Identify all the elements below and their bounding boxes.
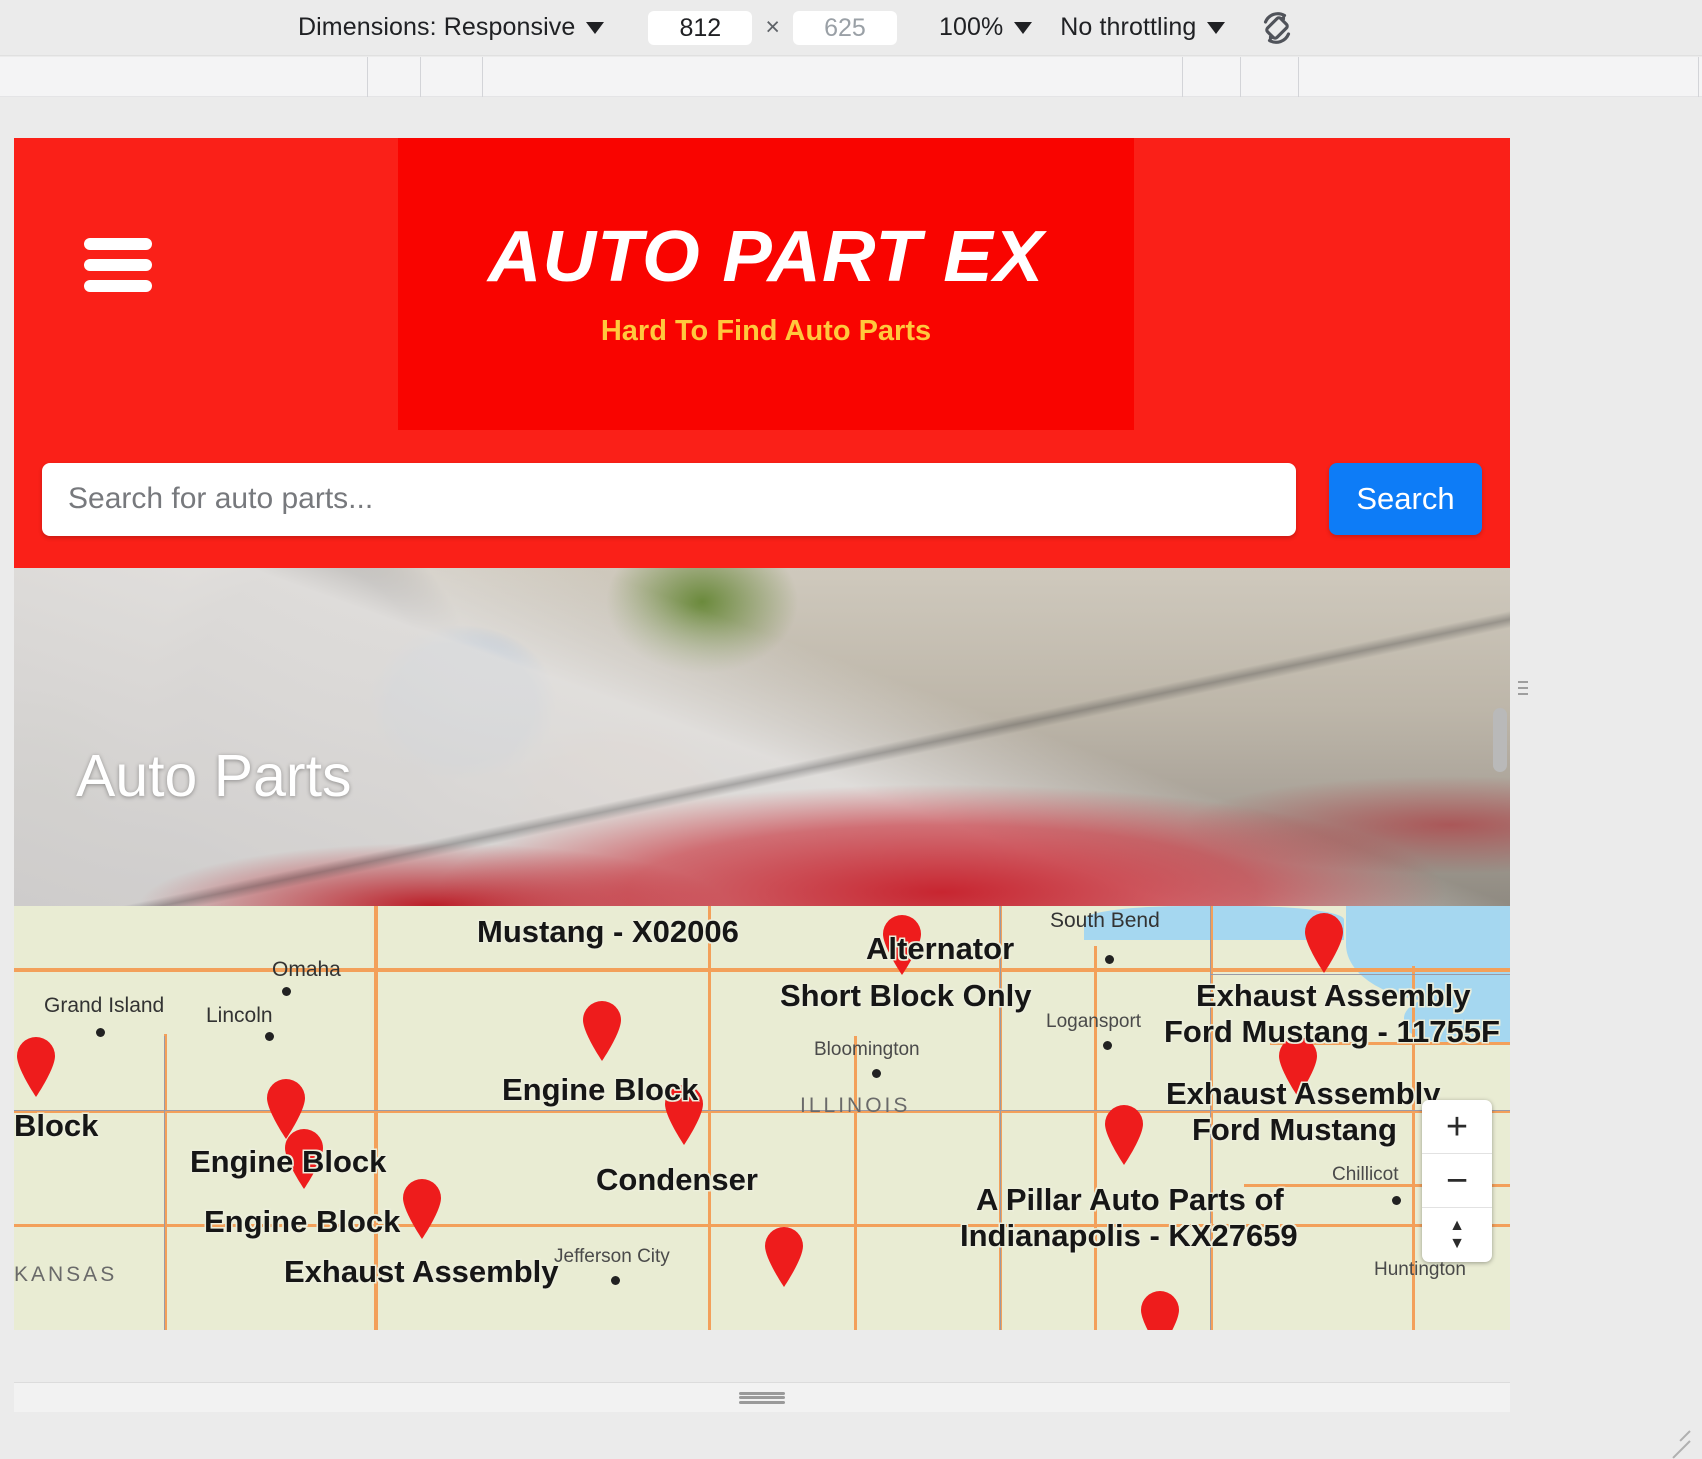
ruler-tick (420, 57, 421, 97)
map-city-label: South Bend (1050, 909, 1160, 932)
map-state-border (1000, 906, 1001, 1330)
devtools-device-toolbar: Dimensions: Responsive 812 × 625 100% No… (0, 0, 1702, 56)
zoom-label: 100% (938, 13, 1004, 41)
map-city-label: Omaha (272, 958, 341, 981)
map-poi-label: Indianapolis - KX27659 (960, 1218, 1298, 1253)
scrollbar-thumb[interactable] (1493, 708, 1507, 772)
map-marker-pin[interactable] (762, 1226, 806, 1288)
map-city-dot (282, 987, 291, 996)
map-city-dot (96, 1028, 105, 1037)
map-poi-label: Ford Mustang (1192, 1112, 1397, 1147)
hero-background-image (14, 568, 1510, 906)
hero-title: Auto Parts (76, 743, 352, 809)
page-vertical-scrollbar[interactable] (1488, 138, 1510, 1330)
map-poi-label: Short Block Only (780, 978, 1032, 1013)
map-marker-pin[interactable] (14, 1036, 58, 1098)
dimensions-dropdown[interactable]: Dimensions: Responsive (298, 13, 605, 42)
resize-grip-lines (739, 1391, 785, 1404)
map-road (708, 906, 711, 1330)
map-marker-pin[interactable] (400, 1178, 444, 1240)
map-city-label: Lincoln (206, 1004, 273, 1027)
device-viewport-area: AUTO PART EX Hard To Find Auto Parts Sea… (0, 98, 1702, 1459)
map-poi-label: Block (14, 1108, 99, 1143)
map-poi-label: Ford Mustang - 11755F (1164, 1014, 1500, 1049)
map-city-label: Huntington (1374, 1259, 1466, 1280)
minus-icon: − (1445, 1159, 1469, 1202)
map-city-label: Grand Island (44, 994, 165, 1017)
map-road (14, 968, 1510, 972)
frame-resize-handle-bottom[interactable] (14, 1382, 1510, 1412)
ruler-tick (482, 57, 483, 97)
corner-resize-grip[interactable] (1664, 1420, 1691, 1459)
map-marker-pin[interactable] (1302, 912, 1346, 974)
search-input[interactable] (42, 462, 1296, 536)
map-marker-pin[interactable] (1102, 1104, 1146, 1166)
frame-resize-handle-right[interactable] (1518, 658, 1528, 718)
map-city-label: Logansport (1046, 1011, 1142, 1032)
map-state-border (164, 1036, 165, 1330)
rotate-device-icon[interactable] (1255, 6, 1299, 50)
map-zoom-out-button[interactable]: − (1422, 1154, 1492, 1208)
ruler-tick (1298, 57, 1299, 97)
map-poi-label: A Pillar Auto Parts of (976, 1182, 1284, 1217)
plus-icon: + (1445, 1105, 1469, 1148)
map-state-label: ILLINOIS (800, 1094, 911, 1117)
map-road (1094, 946, 1097, 1330)
map-poi-label: Exhaust Assembly (284, 1254, 559, 1289)
search-bar: Search (14, 430, 1510, 568)
zoom-dropdown[interactable]: 100% (938, 13, 1033, 42)
map-poi-label: Mustang - X02006 (477, 914, 739, 949)
map-city-label: Chillicot (1332, 1164, 1399, 1185)
map-marker-pin[interactable] (1138, 1290, 1182, 1330)
map-road (854, 1036, 857, 1330)
dimensions-label: Dimensions: Responsive (298, 13, 576, 41)
map-poi-label: Engine Block (204, 1204, 401, 1239)
map-city-dot (1392, 1196, 1401, 1205)
brand-tagline: Hard To Find Auto Parts (600, 314, 932, 347)
throttling-label: No throttling (1060, 13, 1197, 41)
map-poi-label: Exhaust Assembly (1196, 978, 1471, 1013)
locations-map[interactable]: Omaha Grand Island Lincoln South Bend Bloomi… (14, 906, 1510, 1330)
map-state-label: KANSAS (14, 1263, 118, 1286)
chevron-down-icon: ▼ (1449, 1235, 1465, 1252)
ruler-tick (1182, 57, 1183, 97)
emulated-page-frame: AUTO PART EX Hard To Find Auto Parts Sea… (14, 138, 1510, 1330)
hamburger-menu-icon[interactable] (84, 238, 152, 292)
brand-logo-block[interactable]: AUTO PART EX Hard To Find Auto Parts (398, 138, 1134, 430)
chevron-down-icon (586, 21, 605, 34)
viewport-ruler (0, 57, 1702, 97)
viewport-height-input[interactable]: 625 (792, 10, 897, 45)
map-city-dot (1105, 955, 1114, 964)
ruler-tick (1698, 57, 1699, 97)
map-poi-label: Condenser (596, 1162, 758, 1197)
chevron-up-icon: ▲ (1449, 1217, 1465, 1234)
map-poi-label: Engine Block (502, 1072, 699, 1107)
map-city-dot (1103, 1041, 1112, 1050)
map-state-border (1210, 974, 1510, 975)
map-poi-label: Exhaust Assembly (1166, 1076, 1441, 1111)
map-city-dot (265, 1032, 274, 1041)
ruler-tick (367, 57, 368, 97)
chevron-down-icon (1207, 21, 1226, 34)
map-poi-label: Engine Block (190, 1144, 387, 1179)
map-city-dot (872, 1069, 881, 1078)
search-button[interactable]: Search (1329, 463, 1482, 535)
map-marker-pin[interactable] (580, 1000, 624, 1062)
ruler-tick (1240, 57, 1241, 97)
dimension-separator: × (765, 13, 780, 41)
chevron-down-icon (1014, 21, 1033, 34)
map-city-label: Jefferson City (554, 1246, 670, 1267)
map-city-dot (611, 1276, 620, 1285)
map-city-label: Bloomington (814, 1039, 920, 1060)
viewport-width-input[interactable]: 812 (648, 10, 753, 45)
throttling-dropdown[interactable]: No throttling (1060, 13, 1226, 42)
site-header: AUTO PART EX Hard To Find Auto Parts (14, 138, 1510, 430)
hero-banner: Auto Parts (14, 568, 1510, 906)
map-zoom-controls[interactable]: + − ▲ ▼ (1422, 1100, 1492, 1262)
map-poi-label: Alternator (866, 931, 1015, 966)
page-title: AUTO PART EX (487, 216, 1045, 297)
map-compass-button[interactable]: ▲ ▼ (1422, 1208, 1492, 1262)
map-zoom-in-button[interactable]: + (1422, 1100, 1492, 1154)
